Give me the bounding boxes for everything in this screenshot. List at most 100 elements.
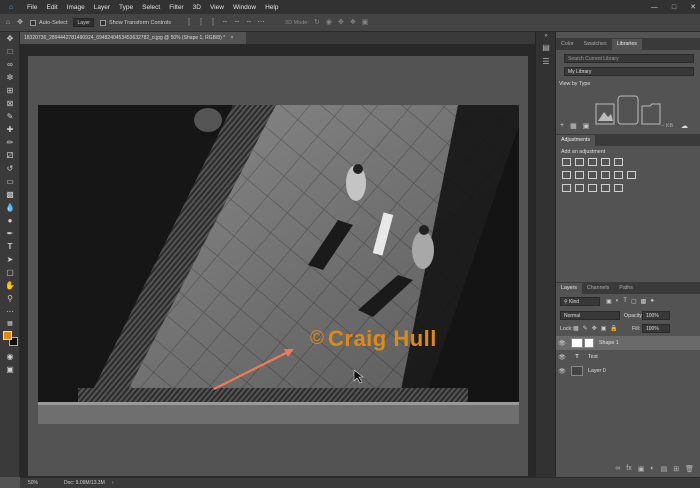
move-tool-icon[interactable]: ✥ xyxy=(0,32,20,45)
menu-edit[interactable]: Edit xyxy=(46,4,57,11)
tab-swatches[interactable]: Swatches xyxy=(579,39,612,50)
3d-rotate-icon[interactable]: ↻ xyxy=(313,19,321,27)
lock-all-icon[interactable]: 🔒 xyxy=(610,325,617,332)
home-icon[interactable]: ⌂ xyxy=(4,0,18,14)
menu-layer[interactable]: Layer xyxy=(94,4,110,11)
tab-adjustments[interactable]: Adjustments xyxy=(556,135,596,146)
type-tool-icon[interactable]: T xyxy=(0,240,20,253)
menu-filter[interactable]: Filter xyxy=(169,4,183,11)
black-white-icon[interactable] xyxy=(588,171,597,179)
healing-brush-tool-icon[interactable]: ✚ xyxy=(0,123,20,136)
path-select-tool-icon[interactable]: ➤ xyxy=(0,253,20,266)
view-by-type-dropdown[interactable]: View by Type xyxy=(559,81,590,87)
filter-type-icon[interactable]: T xyxy=(623,298,627,305)
hue-saturation-icon[interactable] xyxy=(562,171,571,179)
close-icon[interactable]: ✕ xyxy=(690,3,696,11)
add-graphic-icon[interactable]: ▦ xyxy=(570,122,577,130)
tab-paths[interactable]: Paths xyxy=(614,283,638,294)
curves-icon[interactable] xyxy=(588,158,597,166)
vibrance-icon[interactable] xyxy=(614,158,623,166)
align-bottom-icon[interactable]: ┄ xyxy=(245,19,253,27)
filter-toggle-icon[interactable]: ● xyxy=(650,298,654,305)
tab-layers[interactable]: Layers xyxy=(556,283,582,294)
menu-help[interactable]: Help xyxy=(265,4,278,11)
opacity-input[interactable]: 100% xyxy=(642,311,670,320)
filter-shape-icon[interactable]: ▢ xyxy=(631,298,637,305)
align-top-icon[interactable]: ┄ xyxy=(221,19,229,27)
layer-row-layer-0[interactable]: 👁 Layer 0 xyxy=(556,364,700,378)
3d-drag-icon[interactable]: ✥ xyxy=(337,19,345,27)
channel-mixer-icon[interactable] xyxy=(614,171,623,179)
document-tab[interactable]: 18320736_2894442781490924_69482404534536… xyxy=(20,32,246,44)
history-panel-icon[interactable]: ▤ xyxy=(536,40,556,54)
zoom-level[interactable]: 50% xyxy=(28,480,38,486)
posterize-icon[interactable] xyxy=(575,184,584,192)
align-left-icon[interactable]: ┆ xyxy=(185,19,193,27)
layer-style-icon[interactable]: fx xyxy=(626,465,631,473)
3d-roll-icon[interactable]: ◉ xyxy=(325,19,333,27)
3d-scale-icon[interactable]: ▣ xyxy=(361,19,369,27)
photo-filter-icon[interactable] xyxy=(601,171,610,179)
exposure-icon[interactable] xyxy=(601,158,610,166)
clone-stamp-tool-icon[interactable]: ⚂ xyxy=(0,149,20,162)
lock-image-icon[interactable]: ✎ xyxy=(583,325,588,332)
move-tool-icon[interactable]: ✥ xyxy=(16,19,24,27)
properties-panel-icon[interactable]: ☰ xyxy=(536,54,556,68)
link-layers-icon[interactable]: ∞ xyxy=(615,465,620,473)
add-mask-icon[interactable]: ▣ xyxy=(638,465,645,473)
eyedropper-tool-icon[interactable]: ✎ xyxy=(0,110,20,123)
maximize-icon[interactable]: □ xyxy=(672,4,676,11)
blend-mode-select[interactable]: Normal xyxy=(560,311,620,320)
add-library-icon[interactable]: + xyxy=(560,122,564,130)
visibility-eye-icon[interactable]: 👁 xyxy=(556,340,568,347)
brightness-icon[interactable] xyxy=(562,158,571,166)
blur-tool-icon[interactable]: 💧 xyxy=(0,201,20,214)
threshold-icon[interactable] xyxy=(588,184,597,192)
lasso-tool-icon[interactable]: ∞ xyxy=(0,58,20,71)
filter-adjustment-icon[interactable]: ◐ xyxy=(616,298,620,305)
frame-tool-icon[interactable]: ⊠ xyxy=(0,97,20,110)
auto-select-checkbox[interactable] xyxy=(30,19,36,26)
brush-tool-icon[interactable]: ✏ xyxy=(0,136,20,149)
3d-slide-icon[interactable]: ❖ xyxy=(349,19,357,27)
layer-filter-kind[interactable]: ⚲ Kind xyxy=(560,297,600,306)
marquee-tool-icon[interactable]: □ xyxy=(0,45,20,58)
screen-mode-icon[interactable]: ▣ xyxy=(0,363,20,376)
visibility-eye-icon[interactable]: 👁 xyxy=(556,368,568,375)
transform-checkbox[interactable] xyxy=(99,19,106,26)
new-layer-icon[interactable]: ⊞ xyxy=(673,465,679,473)
align-right-icon[interactable]: ┆ xyxy=(209,19,217,27)
zoom-tool-icon[interactable]: ⚲ xyxy=(0,292,20,305)
selective-color-icon[interactable] xyxy=(614,184,623,192)
library-search-input[interactable]: Search Current Library xyxy=(564,54,694,63)
new-adjustment-layer-icon[interactable]: ◐ xyxy=(650,465,654,473)
fill-input[interactable]: 100% xyxy=(642,324,670,333)
menu-image[interactable]: Image xyxy=(67,4,85,11)
crop-tool-icon[interactable]: ⊞ xyxy=(0,84,20,97)
default-colors-icon[interactable]: ▦ xyxy=(0,318,20,328)
align-middle-icon[interactable]: ┄ xyxy=(233,19,241,27)
menu-3d[interactable]: 3D xyxy=(193,4,201,11)
layer-name[interactable]: Layer 0 xyxy=(588,368,606,374)
menu-view[interactable]: View xyxy=(210,4,224,11)
new-group-icon[interactable]: ▤ xyxy=(661,465,668,473)
delete-layer-icon[interactable]: 🗑 xyxy=(685,465,694,473)
library-select[interactable]: My Library xyxy=(564,67,694,76)
visibility-eye-icon[interactable]: 👁 xyxy=(556,354,568,361)
color-balance-icon[interactable] xyxy=(575,171,584,179)
color-lookup-icon[interactable] xyxy=(627,171,636,179)
auto-select-option[interactable]: Auto-Select xyxy=(30,19,67,26)
status-menu-icon[interactable]: › xyxy=(112,480,114,486)
layer-name[interactable]: Text xyxy=(588,354,598,360)
document-canvas[interactable]: © Craig Hull xyxy=(38,105,519,424)
transform-option[interactable]: Show Transform Controls xyxy=(99,19,171,26)
layer-name[interactable]: Shape 1 xyxy=(599,340,619,346)
menu-window[interactable]: Window xyxy=(233,4,256,11)
document-tab-close-icon[interactable]: × xyxy=(230,35,233,41)
menu-file[interactable]: File xyxy=(27,4,37,11)
filter-smart-object-icon[interactable]: ▩ xyxy=(641,298,647,305)
cloud-sync-icon[interactable]: ☁ xyxy=(681,122,688,130)
collapse-panels-icon[interactable]: » xyxy=(536,32,556,40)
quick-select-tool-icon[interactable]: ✼ xyxy=(0,71,20,84)
layer-row-shape-1[interactable]: 👁 Shape 1 xyxy=(556,336,700,350)
